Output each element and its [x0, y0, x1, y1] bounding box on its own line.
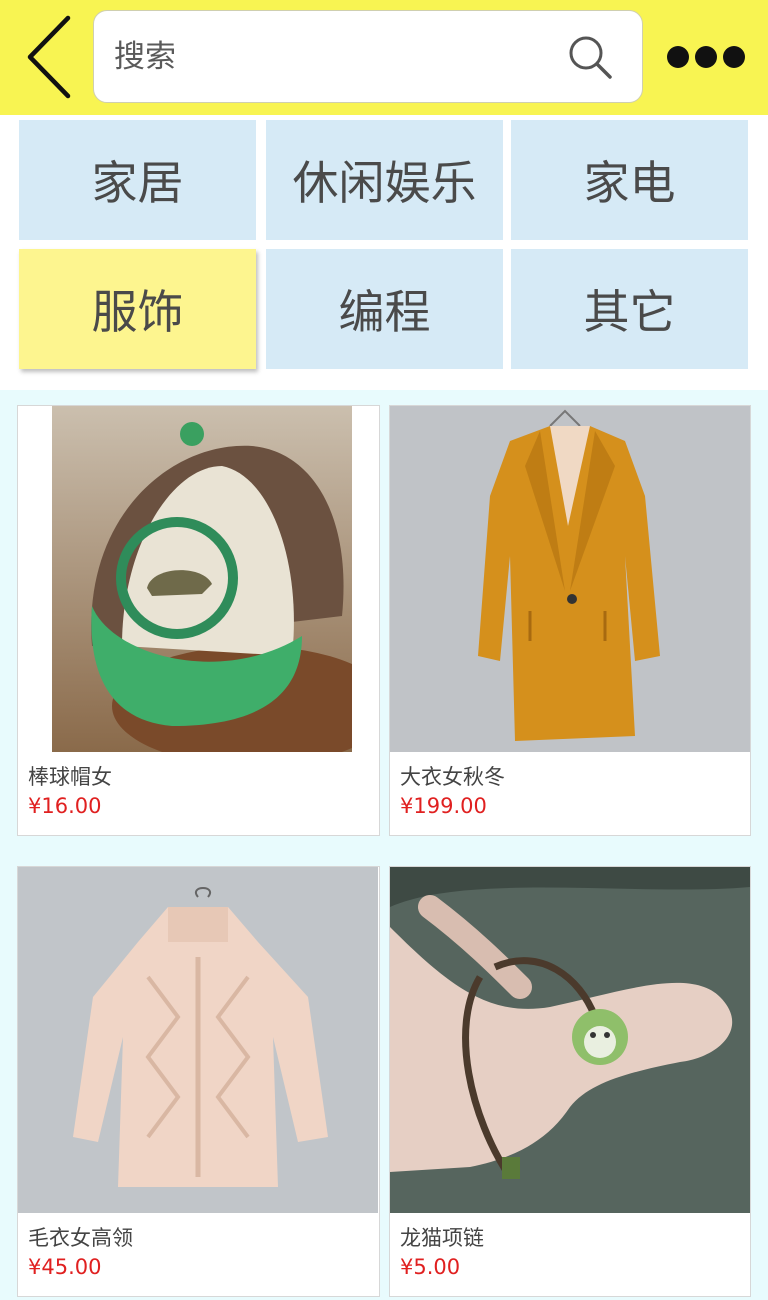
category-other[interactable]: 其它	[511, 249, 748, 369]
search-icon[interactable]	[566, 33, 616, 83]
baseball-cap-photo	[52, 406, 352, 752]
category-apparel[interactable]: 服饰	[19, 249, 256, 369]
top-bar	[0, 0, 768, 115]
category-leisure[interactable]: 休闲娱乐	[266, 120, 503, 240]
product-price: ¥199.00	[400, 794, 487, 818]
product-name: 毛衣女高领	[28, 1226, 133, 1250]
category-programming[interactable]: 编程	[266, 249, 503, 369]
search-input[interactable]	[112, 31, 556, 83]
product-price: ¥45.00	[28, 1255, 102, 1279]
chevron-left-icon	[27, 15, 71, 99]
product-card[interactable]: 大衣女秋冬 ¥199.00	[389, 405, 751, 836]
product-card[interactable]: 龙猫项链 ¥5.00	[389, 866, 751, 1297]
totoro-necklace-photo	[390, 867, 750, 1213]
back-button[interactable]	[20, 12, 80, 102]
product-card[interactable]: 棒球帽女 ¥16.00	[17, 405, 380, 836]
product-name: 龙猫项链	[400, 1226, 484, 1250]
product-list: 棒球帽女 ¥16.00 大衣女秋冬 ¥199.00 毛衣女高领 ¥45.00 龙…	[0, 390, 768, 1300]
product-price: ¥5.00	[400, 1255, 461, 1279]
search-box[interactable]	[93, 10, 643, 103]
category-home[interactable]: 家居	[19, 120, 256, 240]
more-dots-icon	[667, 46, 745, 68]
product-name: 大衣女秋冬	[400, 765, 505, 789]
turtleneck-sweater-photo	[18, 867, 378, 1213]
more-button[interactable]	[664, 40, 748, 74]
product-price: ¥16.00	[28, 794, 102, 818]
category-grid: 家居 休闲娱乐 家电 服饰 编程 其它	[0, 115, 768, 390]
mustard-coat-photo	[390, 406, 750, 752]
category-appliances[interactable]: 家电	[511, 120, 748, 240]
product-card[interactable]: 毛衣女高领 ¥45.00	[17, 866, 380, 1297]
product-name: 棒球帽女	[28, 765, 112, 789]
